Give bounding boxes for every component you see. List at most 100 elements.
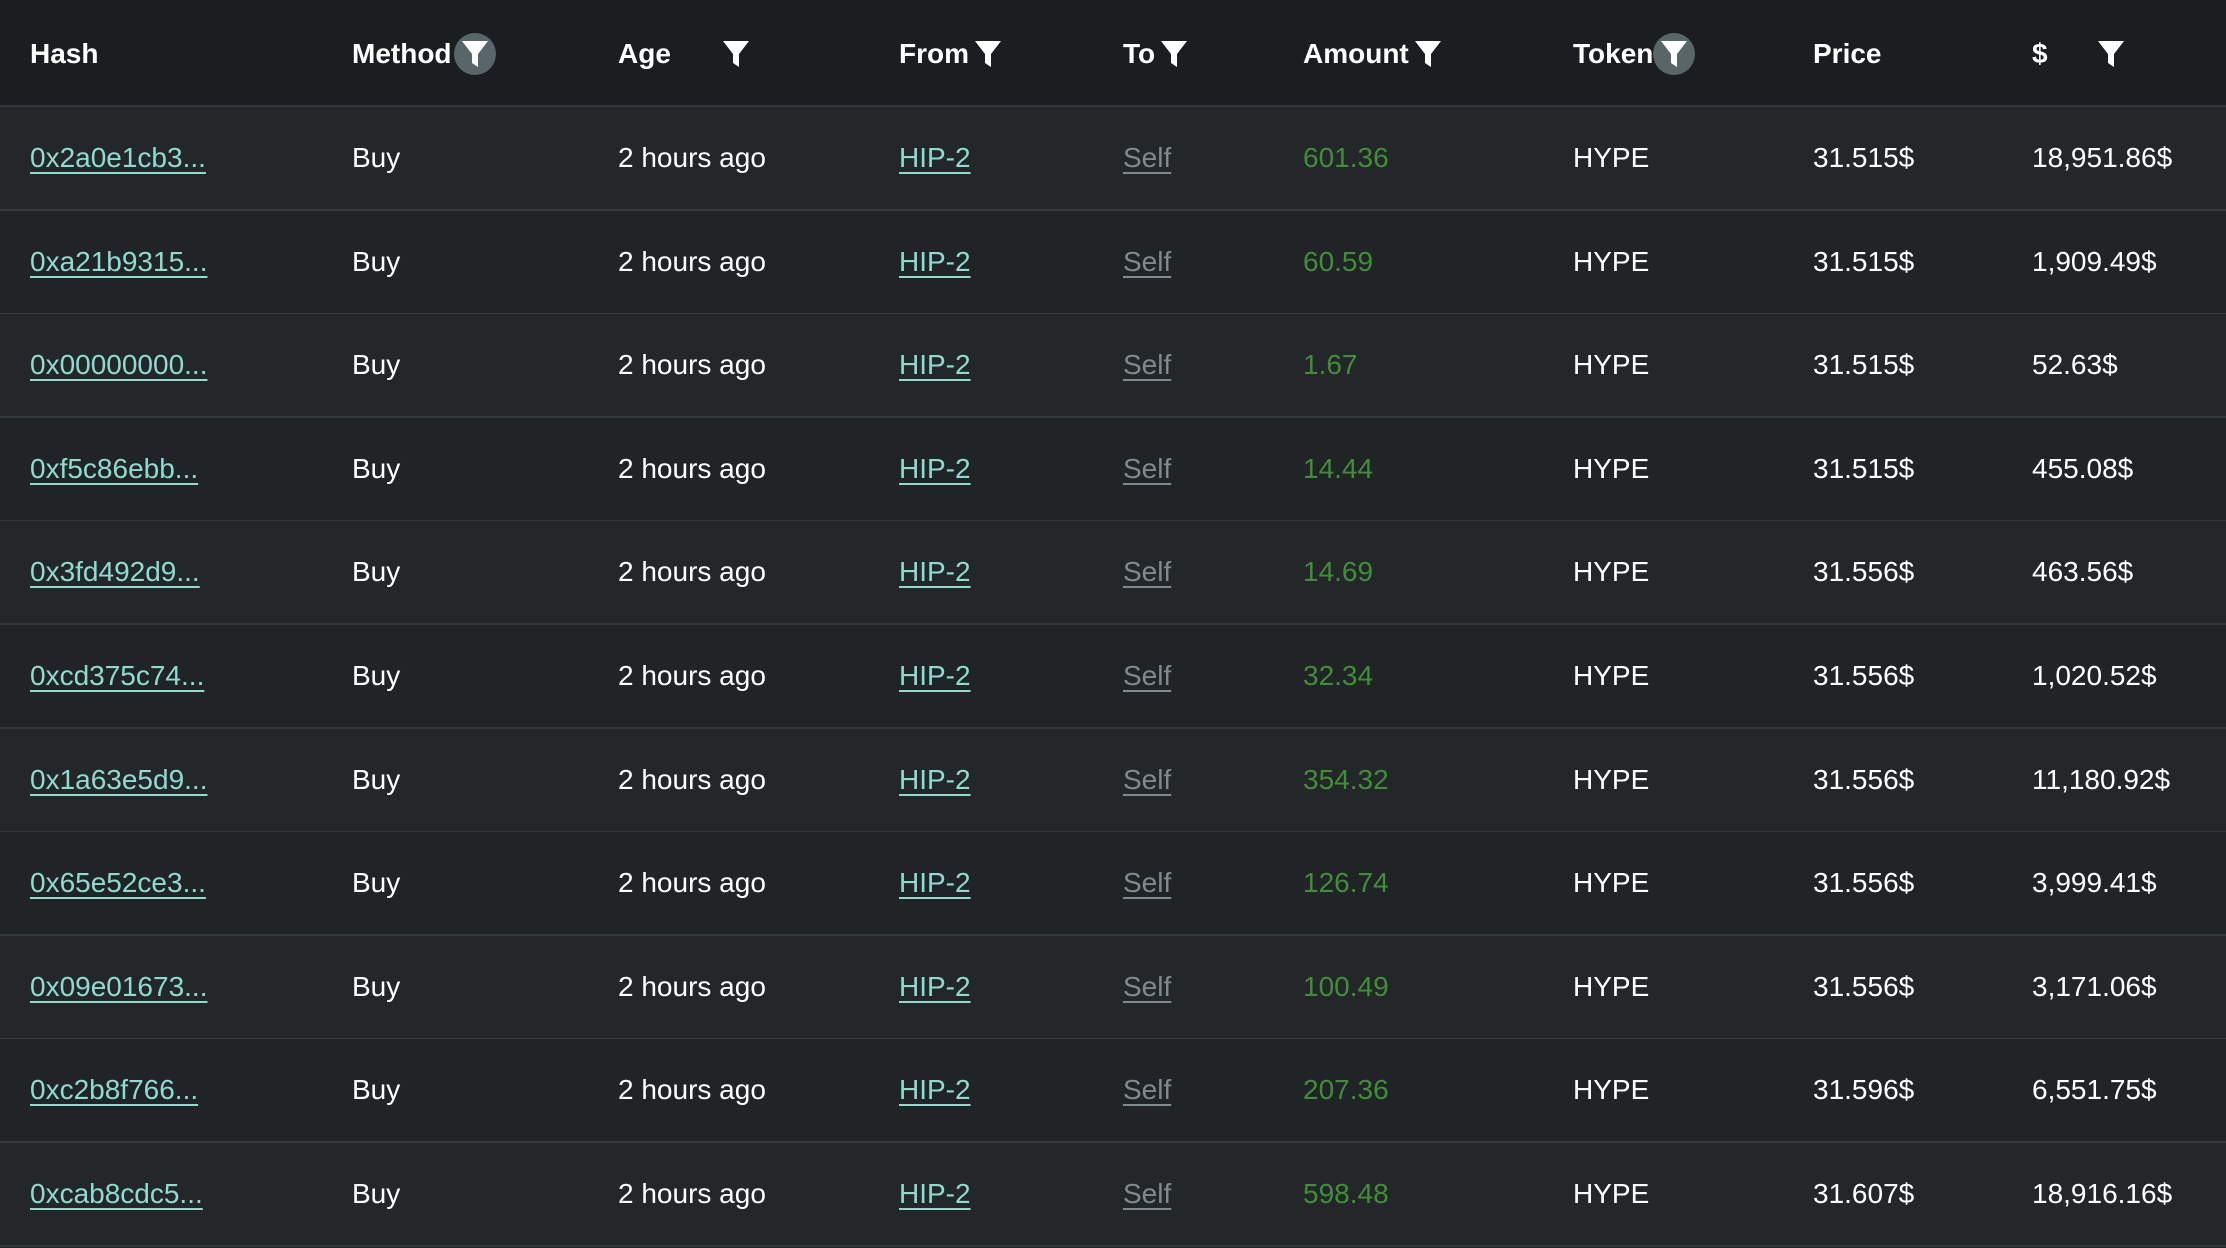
cell-hash[interactable]: 0x2a0e1cb3...	[30, 142, 206, 174]
token-filter-icon[interactable]	[1653, 32, 1696, 75]
column-header-age: Age	[618, 0, 757, 107]
cell-method: Buy	[352, 349, 401, 380]
cell-hash[interactable]: 0x65e52ce3...	[30, 867, 206, 899]
cell-from[interactable]: HIP-2	[899, 764, 971, 796]
cell-method-container: Buy	[352, 314, 400, 416]
cell-token-container: HYPE	[1573, 729, 1649, 831]
column-header-amount: Amount	[1303, 0, 1449, 107]
age-filter-icon[interactable]	[715, 33, 757, 75]
usd-filter-icon[interactable]	[2090, 33, 2132, 75]
cell-usd: 1,909.49$	[2032, 246, 2157, 277]
cell-token-container: HYPE	[1573, 521, 1649, 623]
cell-amount: 207.36	[1303, 1074, 1389, 1105]
cell-hash[interactable]: 0xcd375c74...	[30, 660, 204, 692]
cell-usd: 3,171.06$	[2032, 971, 2157, 1002]
cell-to[interactable]: Self	[1123, 971, 1171, 1003]
cell-usd: 463.56$	[2032, 556, 2134, 587]
cell-token-container: HYPE	[1573, 832, 1649, 934]
cell-to[interactable]: Self	[1123, 867, 1171, 899]
cell-to-container: Self	[1123, 936, 1171, 1038]
cell-age-container: 2 hours ago	[618, 729, 766, 831]
cell-age: 2 hours ago	[618, 660, 766, 691]
cell-hash[interactable]: 0xc2b8f766...	[30, 1074, 198, 1106]
cell-from[interactable]: HIP-2	[899, 142, 971, 174]
to-filter-icon[interactable]	[1153, 33, 1195, 75]
cell-price: 31.515$	[1813, 142, 1915, 173]
cell-to[interactable]: Self	[1123, 142, 1171, 174]
cell-hash[interactable]: 0xf5c86ebb...	[30, 453, 198, 485]
cell-hash[interactable]: 0x1a63e5d9...	[30, 764, 208, 796]
cell-method-container: Buy	[352, 1143, 400, 1245]
cell-method-container: Buy	[352, 729, 400, 831]
cell-to[interactable]: Self	[1123, 349, 1171, 381]
cell-to[interactable]: Self	[1123, 556, 1171, 588]
column-label-age: Age	[618, 37, 671, 69]
cell-to[interactable]: Self	[1123, 246, 1171, 278]
cell-method: Buy	[352, 1178, 401, 1209]
cell-token-container: HYPE	[1573, 1039, 1649, 1141]
cell-token-container: HYPE	[1573, 418, 1649, 520]
cell-from-container: HIP-2	[899, 729, 971, 831]
cell-from[interactable]: HIP-2	[899, 660, 971, 692]
cell-price: 31.556$	[1813, 971, 1915, 1002]
cell-from[interactable]: HIP-2	[899, 453, 971, 485]
cell-hash[interactable]: 0xa21b9315...	[30, 246, 208, 278]
cell-from[interactable]: HIP-2	[899, 971, 971, 1003]
cell-to[interactable]: Self	[1123, 1074, 1171, 1106]
cell-to[interactable]: Self	[1123, 764, 1171, 796]
cell-method-container: Buy	[352, 1039, 400, 1141]
table-row: 0x00000000... Buy 2 hours ago HIP-2 Self 1.67…	[0, 314, 2226, 418]
column-label-method: Method	[352, 37, 452, 69]
cell-from-container: HIP-2	[899, 314, 971, 416]
cell-token: HYPE	[1573, 660, 1650, 691]
cell-from[interactable]: HIP-2	[899, 349, 971, 381]
from-filter-icon[interactable]	[967, 33, 1009, 75]
cell-from[interactable]: HIP-2	[899, 1074, 971, 1106]
cell-amount: 60.59	[1303, 246, 1374, 277]
cell-usd: 52.63$	[2032, 349, 2118, 380]
method-filter-icon[interactable]	[453, 32, 496, 75]
cell-method-container: Buy	[352, 107, 400, 209]
cell-from-container: HIP-2	[899, 418, 971, 520]
cell-from[interactable]: HIP-2	[899, 246, 971, 278]
table-row: 0xcab8cdc5... Buy 2 hours ago HIP-2 Self 598.…	[0, 1143, 2226, 1247]
table-row: 0xa21b9315... Buy 2 hours ago HIP-2 Self 60.5…	[0, 211, 2226, 315]
cell-hash-container: 0x3fd492d9...	[30, 521, 200, 623]
column-label-from: From	[899, 37, 969, 69]
cell-age: 2 hours ago	[618, 1178, 766, 1209]
cell-from[interactable]: HIP-2	[899, 867, 971, 899]
transactions-table: Hash Method Age From To Amount Token Pri…	[0, 0, 2226, 1248]
cell-to[interactable]: Self	[1123, 1178, 1171, 1210]
table-row: 0xcd375c74... Buy 2 hours ago HIP-2 Self 32.3…	[0, 625, 2226, 729]
cell-price-container: 31.556$	[1813, 625, 1914, 727]
cell-age-container: 2 hours ago	[618, 1039, 766, 1141]
cell-to-container: Self	[1123, 211, 1171, 313]
column-label-price: Price	[1813, 37, 1882, 69]
cell-hash[interactable]: 0x00000000...	[30, 349, 208, 381]
cell-price: 31.556$	[1813, 867, 1915, 898]
table-row: 0x2a0e1cb3... Buy 2 hours ago HIP-2 Self 601.…	[0, 107, 2226, 211]
cell-token: HYPE	[1573, 764, 1650, 795]
cell-from[interactable]: HIP-2	[899, 1178, 971, 1210]
cell-usd-container: 455.08$	[2032, 418, 2133, 520]
cell-to-container: Self	[1123, 314, 1171, 416]
cell-amount-container: 32.34	[1303, 625, 1373, 727]
cell-hash-container: 0x09e01673...	[30, 936, 208, 1038]
cell-from[interactable]: HIP-2	[899, 556, 971, 588]
cell-price-container: 31.515$	[1813, 211, 1914, 313]
cell-method-container: Buy	[352, 521, 400, 623]
cell-hash[interactable]: 0x3fd492d9...	[30, 556, 200, 588]
cell-price: 31.556$	[1813, 556, 1915, 587]
table-row: 0xf5c86ebb... Buy 2 hours ago HIP-2 Self 14.4…	[0, 418, 2226, 522]
cell-usd-container: 6,551.75$	[2032, 1039, 2157, 1141]
cell-hash[interactable]: 0x09e01673...	[30, 971, 208, 1003]
cell-age-container: 2 hours ago	[618, 314, 766, 416]
cell-usd-container: 52.63$	[2032, 314, 2118, 416]
cell-age: 2 hours ago	[618, 349, 766, 380]
cell-to[interactable]: Self	[1123, 453, 1171, 485]
cell-amount-container: 354.32	[1303, 729, 1389, 831]
cell-to[interactable]: Self	[1123, 660, 1171, 692]
amount-filter-icon[interactable]	[1407, 33, 1449, 75]
cell-token-container: HYPE	[1573, 211, 1649, 313]
cell-hash[interactable]: 0xcab8cdc5...	[30, 1178, 203, 1210]
